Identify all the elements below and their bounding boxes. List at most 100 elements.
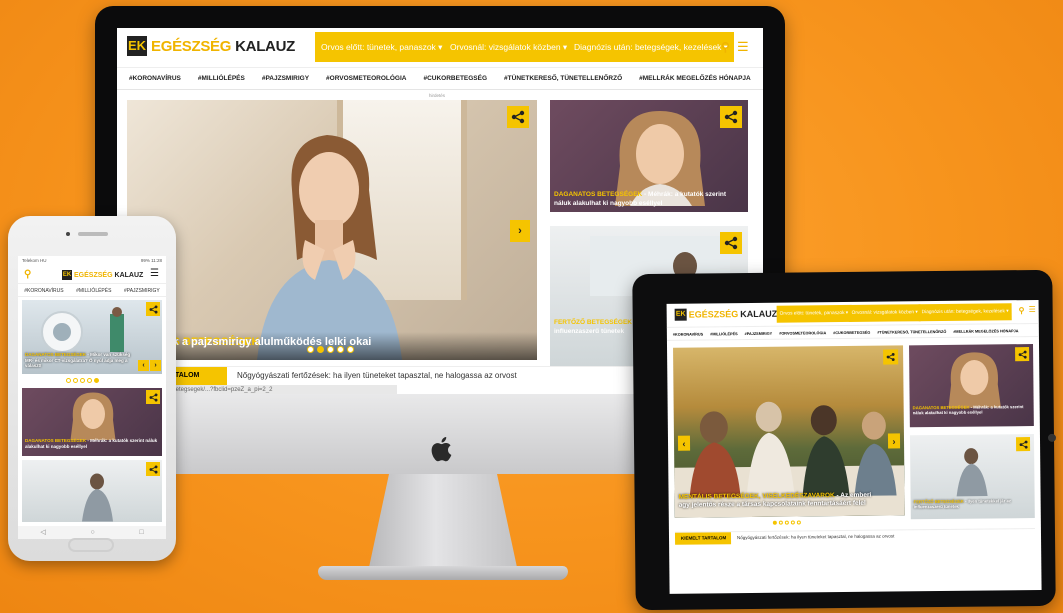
tag-link[interactable]: #PAJZSMIRIGY: [262, 68, 309, 89]
nav-after-diagnosis-button[interactable]: Diagnózis után: betegségek, kezelések ▾: [568, 32, 735, 62]
phone-card-2[interactable]: DAGANATOS BETEGSÉGEK - Méhrák: a kutatók…: [22, 388, 162, 456]
slider-dot-active[interactable]: [772, 520, 777, 525]
phone-card-2-category[interactable]: DAGANATOS BETEGSÉGEK: [25, 438, 86, 443]
share-icon[interactable]: [720, 106, 742, 128]
tag-link[interactable]: #MILLIÓLÉPÉS: [710, 328, 738, 339]
slider-dot-active[interactable]: [94, 378, 99, 383]
slider-dot[interactable]: [347, 346, 354, 353]
next-arrow-icon[interactable]: ›: [887, 433, 901, 449]
logo-mark: EK: [62, 270, 72, 280]
tag-link[interactable]: #MELLRÁK MEGELŐZÉS HÓNAPJA: [953, 325, 1018, 337]
search-icon[interactable]: ⚲: [1019, 306, 1025, 315]
prev-arrow-icon[interactable]: ‹: [677, 435, 691, 451]
ticker-link[interactable]: Nőgyógyászati fertőzések: ha ilyen tünet…: [237, 367, 517, 385]
tag-link[interactable]: #CUKORBETEGSÉG: [423, 68, 487, 89]
share-icon[interactable]: [146, 302, 160, 316]
phone-status-bar: Telekom HU 99% 11:28: [18, 256, 166, 266]
slider-dot[interactable]: [87, 378, 92, 383]
imac-foot: [318, 566, 568, 580]
site-header: EK EGÉSZSÉG KALAUZ Orvos előtt: tünetek, …: [117, 28, 763, 68]
tablet-tag-bar: #KORONAVÍRUS #MILLIÓLÉPÉS #PAJZSMIRIGY #…: [666, 324, 1039, 341]
slider-dot-active[interactable]: [317, 346, 324, 353]
share-icon[interactable]: [1015, 437, 1031, 452]
share-icon[interactable]: [883, 349, 899, 365]
slider-dot[interactable]: [796, 520, 801, 525]
tablet-side-article-2[interactable]: FERTŐZŐ BETEGSÉGEK - Ilyen tünetekkel já…: [909, 434, 1035, 520]
side-article-1-caption: DAGANATOS BETEGSÉGEK - Méhrák: a kutatók…: [554, 191, 744, 208]
tablet-ticker-label: KIEMELT TARTALOM: [674, 532, 732, 545]
tablet-side-article-1[interactable]: DAGANATOS BETEGSÉGEK - Méhrák: a kutatók…: [909, 344, 1034, 428]
logo-mark: EK: [127, 36, 147, 56]
phone-speaker: [78, 232, 108, 236]
tag-link[interactable]: #CUKORBETEGSÉG: [833, 327, 870, 338]
tag-link[interactable]: #ORVOSMETEOROLÓGIA: [779, 327, 826, 338]
tag-link[interactable]: #KORONAVÍRUS: [24, 285, 63, 296]
search-icon[interactable]: ⚲: [24, 269, 31, 280]
share-icon[interactable]: [1015, 347, 1030, 362]
logo-mark: EK: [674, 308, 687, 321]
tag-link[interactable]: #KORONAVÍRUS: [673, 328, 703, 339]
phone-card-1[interactable]: DAGANATOS BETEGSÉGEK - Mikor van szükség…: [22, 300, 162, 374]
mri-scanner-photo: [41, 307, 124, 353]
recents-icon[interactable]: □: [139, 526, 143, 539]
hamburger-icon[interactable]: ☰: [150, 268, 159, 279]
nav-at-doctor-button[interactable]: Orvosnál: vizsgálatok közben ▾: [444, 32, 574, 62]
tag-link[interactable]: #KORONAVÍRUS: [129, 68, 181, 89]
slider-dot[interactable]: [327, 346, 334, 353]
phone-home-button: [68, 538, 114, 552]
tag-link[interactable]: #TÜNETKERESŐ, TÜNETELLENŐRZŐ: [877, 326, 946, 338]
tablet-frame: EK EGÉSZSÉG KALAUZ Orvos előtt: tünetek, …: [632, 269, 1057, 611]
site-logo[interactable]: EK EGÉSZSÉG KALAUZ: [127, 36, 295, 56]
woman-photo: [257, 135, 402, 360]
nav-before-doctor-button[interactable]: Orvos előtt: tünetek, panaszok ▾: [776, 304, 852, 323]
logo-text-2: KALAUZ: [114, 271, 144, 279]
next-arrow-icon[interactable]: ›: [150, 360, 161, 371]
slider-dot[interactable]: [790, 520, 795, 525]
tag-link[interactable]: #PAJZSMIRIGY: [745, 328, 773, 339]
phone-tag-bar: #KORONAVÍRUS #MILLIÓLÉPÉS #PAJZSMIRIGY: [18, 285, 166, 297]
tag-link[interactable]: #MELLRÁK MEGELŐZÉS HÓNAPJA: [639, 68, 751, 89]
share-icon[interactable]: [146, 462, 160, 476]
tablet-logo[interactable]: EK EGÉSZSÉG KALAUZ: [674, 308, 778, 321]
logo-text-2: KALAUZ: [740, 308, 778, 320]
phone-card-3[interactable]: [22, 460, 162, 522]
slider-dot[interactable]: [66, 378, 71, 383]
next-arrow-icon[interactable]: ›: [510, 220, 530, 242]
side-article-2-category[interactable]: FERTŐZŐ BETEGSÉGEK: [554, 319, 632, 326]
prev-arrow-icon[interactable]: ‹: [138, 360, 149, 371]
phone-card-1-category[interactable]: DAGANATOS BETEGSÉGEK: [25, 352, 86, 357]
slider-dot[interactable]: [73, 378, 78, 383]
side-article-1-category[interactable]: DAGANATOS BETEGSÉGEK: [554, 191, 642, 198]
slider-dot[interactable]: [307, 346, 314, 353]
slider-dot[interactable]: [784, 520, 789, 525]
share-icon[interactable]: [720, 232, 742, 254]
tablet-home-button: [1047, 433, 1057, 442]
tablet-hero-caption: MENTÁLIS BETEGSÉGEK, VISELKEDÉSZAVAROK -…: [679, 492, 879, 511]
phone-header: ⚲ EK EGÉSZSÉG KALAUZ ☰: [18, 266, 166, 284]
hero-slide[interactable]: › NÁLIS BETEGSÉGEK - Ezek a pajzsmirigy …: [127, 100, 537, 360]
tag-link[interactable]: #PAJZSMIRIGY: [124, 285, 160, 296]
slider-dot[interactable]: [778, 520, 783, 525]
phone-logo[interactable]: EK EGÉSZSÉG KALAUZ: [62, 270, 143, 280]
side-article-1[interactable]: DAGANATOS BETEGSÉGEK - Méhrák: a kutatók…: [550, 100, 748, 212]
tag-link[interactable]: #MILLIÓLÉPÉS: [76, 285, 111, 296]
hamburger-icon[interactable]: ☰: [1029, 305, 1036, 314]
tablet-hero-slide[interactable]: ‹ › MENTÁLIS BETEGSÉGEK, VISELKEDÉSZAVAR…: [673, 345, 905, 518]
share-icon[interactable]: [146, 390, 160, 404]
search-icon[interactable]: ⚲: [721, 40, 730, 54]
tag-link[interactable]: #TÜNETKERESŐ, TÜNETELLENŐRZŐ: [504, 68, 622, 89]
slider-dot[interactable]: [80, 378, 85, 383]
status-carrier: Telekom HU: [22, 258, 47, 263]
share-icon[interactable]: [507, 106, 529, 128]
tag-link[interactable]: #MILLIÓLÉPÉS: [198, 68, 245, 89]
tablet-ticker-link[interactable]: Nőgyógyászati fertőzések: ha ilyen tünet…: [737, 530, 894, 544]
hamburger-icon[interactable]: ☰: [737, 39, 749, 55]
tag-link[interactable]: #ORVOSMETEOROLÓGIA: [326, 68, 406, 89]
nav-at-doctor-button[interactable]: Orvosnál: vizsgálatok közben ▾: [848, 304, 921, 322]
nav-after-diagnosis-button[interactable]: Diagnózis után: betegségek, kezelések ▾: [918, 303, 1012, 322]
back-icon[interactable]: ◁: [40, 526, 45, 539]
nav-before-doctor-button[interactable]: Orvos előtt: tünetek, panaszok ▾: [315, 32, 449, 62]
logo-text-1: EGÉSZSÉG: [688, 309, 739, 320]
slider-dot[interactable]: [337, 346, 344, 353]
phone-camera: [66, 232, 70, 236]
